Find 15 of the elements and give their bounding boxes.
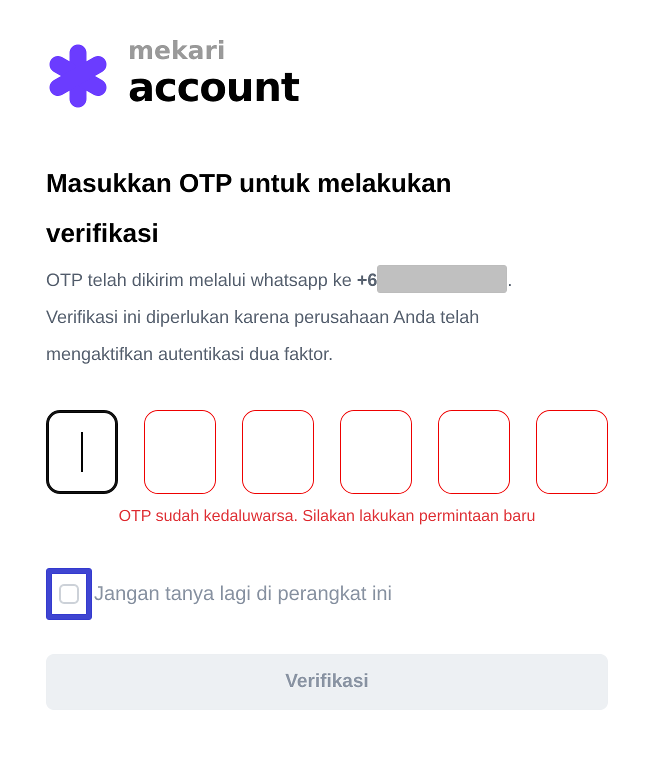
description-text: Verifikasi ini diperlukan karena perusahaan Anda telah mengaktifkan autentikasi dua faktor. (46, 306, 480, 366)
logo-brand-text: mekari (128, 36, 226, 66)
page-heading: Masukkan OTP untuk melakukan verifikasi (46, 167, 453, 250)
checkbox-label: Jangan tanya lagi di perangkat ini (94, 582, 392, 606)
description-text: OTP telah dikirim melalui whatsapp ke +6 (46, 270, 378, 290)
error-message: OTP sudah kedaluwarsa. Silakan lakukan permintaan baru (118, 508, 536, 526)
otp-digit-field[interactable] (438, 410, 510, 494)
otp-digit-field[interactable] (242, 410, 314, 494)
otp-digit-field[interactable] (340, 410, 412, 494)
checkbox[interactable] (46, 568, 92, 620)
otp-digit-field[interactable] (536, 410, 608, 494)
period-text: . (507, 270, 512, 290)
logo-product-text: account (128, 66, 299, 110)
otp-digit-field[interactable] (46, 410, 118, 494)
otp-digit-field[interactable] (144, 410, 216, 494)
